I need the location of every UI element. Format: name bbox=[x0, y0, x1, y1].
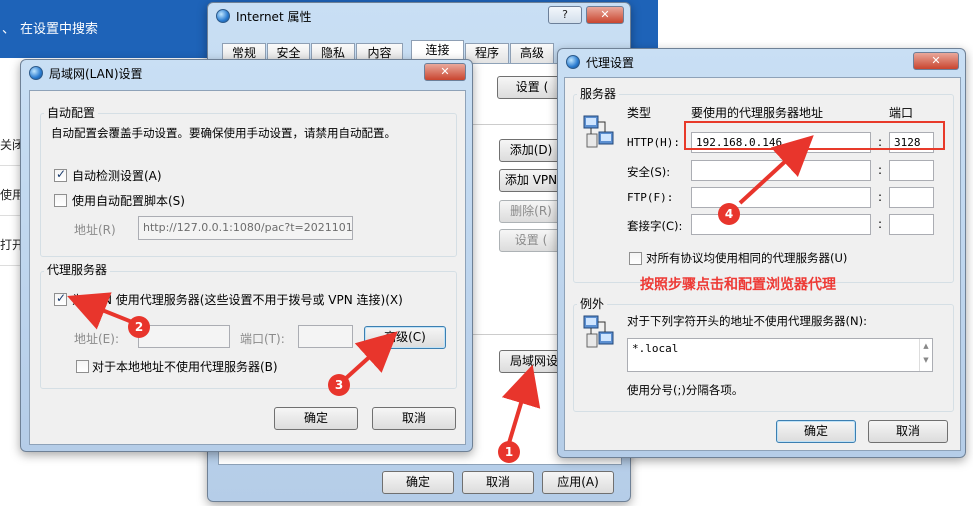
lan-settings-window: 局域网(LAN)设置 ✕ 自动配置 自动配置会覆盖手动设置。要确保使用手动设置，… bbox=[20, 59, 473, 452]
globe-icon bbox=[566, 55, 580, 69]
globe-icon bbox=[216, 9, 230, 23]
proxy-address-input[interactable] bbox=[138, 325, 230, 348]
cancel-button[interactable]: 取消 bbox=[868, 420, 948, 443]
lan-client-area: 自动配置 自动配置会覆盖手动设置。要确保使用手动设置，请禁用自动配置。 自动检测… bbox=[29, 90, 466, 445]
proxy-settings-window: 代理设置 ✕ 服务器 类型 要使用的代理服务器地址 端口 HTTP(H): 19… bbox=[557, 48, 966, 458]
auto-script-label: 使用自动配置脚本(S) bbox=[72, 194, 185, 208]
colon-separator: : bbox=[878, 217, 883, 231]
add-button[interactable]: 添加(D) bbox=[499, 139, 563, 162]
step-badge-1: 1 bbox=[498, 441, 520, 463]
colon-separator: : bbox=[878, 190, 883, 204]
bypass-local-label: 对于本地地址不使用代理服务器(B) bbox=[92, 360, 278, 374]
exceptions-description: 对于下列字符开头的地址不使用代理服务器(N): bbox=[627, 314, 867, 328]
tab-advanced[interactable]: 高级 bbox=[510, 43, 554, 63]
cancel-button[interactable]: 取消 bbox=[372, 407, 456, 430]
settings-button[interactable]: 设置 ( bbox=[499, 229, 563, 252]
ok-button[interactable]: 确定 bbox=[776, 420, 856, 443]
use-proxy-label: 为 LAN 使用代理服务器(这些设置不用于拨号或 VPN 连接)(X) bbox=[72, 293, 403, 307]
use-proxy-checkbox[interactable] bbox=[54, 291, 67, 306]
window-title: Internet 属性 bbox=[236, 9, 312, 24]
auto-detect-label: 自动检测设置(A) bbox=[72, 169, 162, 183]
proxy-server-group-label: 代理服务器 bbox=[44, 261, 111, 278]
apply-button[interactable]: 应用(A) bbox=[542, 471, 614, 494]
bypass-local-checkbox[interactable] bbox=[76, 360, 89, 373]
close-button[interactable]: ✕ bbox=[913, 52, 959, 70]
type-column-header: 类型 bbox=[627, 106, 652, 120]
scroll-up-icon[interactable]: ▲ bbox=[920, 339, 932, 353]
servers-group-label: 服务器 bbox=[577, 85, 620, 102]
auto-script-checkbox[interactable] bbox=[54, 194, 67, 207]
network-server-icon bbox=[583, 315, 614, 348]
auto-script-address-input[interactable]: http://127.0.0.1:1080/pac?t=2021101 bbox=[138, 216, 353, 240]
auto-config-group-label: 自动配置 bbox=[44, 104, 99, 121]
step-badge-2: 2 bbox=[128, 316, 150, 338]
textarea-scrollbar[interactable]: ▲ ▼ bbox=[919, 339, 932, 371]
semicolon-hint: 使用分号(;)分隔各项。 bbox=[627, 383, 744, 397]
back-icon[interactable]: 、 bbox=[2, 18, 15, 37]
exceptions-textarea[interactable]: *.local bbox=[627, 338, 933, 372]
title-bar[interactable]: 代理设置 bbox=[558, 49, 965, 75]
ok-button[interactable]: 确定 bbox=[274, 407, 358, 430]
same-proxy-label: 对所有协议均使用相同的代理服务器(U) bbox=[646, 251, 848, 265]
secure-port-input[interactable] bbox=[889, 160, 934, 181]
ftp-port-input[interactable] bbox=[889, 187, 934, 208]
step-badge-3: 3 bbox=[328, 374, 350, 396]
ftp-label: FTP(F): bbox=[627, 191, 674, 204]
secure-label: 安全(S): bbox=[627, 165, 671, 179]
delete-button[interactable]: 删除(R) bbox=[499, 200, 563, 223]
auto-config-description: 自动配置会覆盖手动设置。要确保使用手动设置，请禁用自动配置。 bbox=[51, 126, 396, 140]
ok-button[interactable]: 确定 bbox=[382, 471, 454, 494]
instruction-annotation: 按照步骤点击和配置浏览器代理 bbox=[640, 277, 836, 293]
add-vpn-button[interactable]: 添加 VPN bbox=[499, 169, 563, 192]
port-column-header: 端口 bbox=[889, 106, 914, 120]
auto-script-address-label: 地址(R) bbox=[74, 223, 116, 237]
socks-label: 套接字(C): bbox=[627, 219, 683, 233]
window-title: 代理设置 bbox=[586, 55, 635, 70]
proxy-port-input[interactable] bbox=[298, 325, 353, 348]
network-server-icon bbox=[583, 115, 614, 148]
globe-icon bbox=[29, 66, 43, 80]
socks-port-input[interactable] bbox=[889, 214, 934, 235]
exceptions-group-label: 例外 bbox=[577, 295, 608, 312]
window-title: 局域网(LAN)设置 bbox=[49, 66, 143, 81]
step-badge-4: 4 bbox=[718, 203, 740, 225]
secure-address-input[interactable] bbox=[691, 160, 871, 181]
proxy-address-label: 地址(E): bbox=[74, 332, 119, 346]
close-button[interactable]: ✕ bbox=[424, 63, 466, 81]
scroll-down-icon[interactable]: ▼ bbox=[920, 353, 932, 367]
same-proxy-checkbox[interactable] bbox=[629, 252, 642, 265]
colon-separator: : bbox=[878, 163, 883, 177]
proxy-port-label: 端口(T): bbox=[240, 332, 285, 346]
close-button[interactable]: ✕ bbox=[586, 6, 624, 24]
title-bar[interactable]: 局域网(LAN)设置 bbox=[21, 60, 472, 86]
settings-search-box[interactable]: 在设置中搜索 bbox=[20, 18, 98, 37]
help-button[interactable]: ? bbox=[548, 6, 582, 24]
ftp-address-input[interactable] bbox=[691, 187, 871, 208]
advanced-button[interactable]: 高级(C) bbox=[364, 326, 446, 349]
http-label: HTTP(H): bbox=[627, 136, 680, 149]
http-row-highlight bbox=[684, 121, 945, 150]
auto-detect-checkbox[interactable] bbox=[54, 167, 67, 182]
cancel-button[interactable]: 取消 bbox=[462, 471, 534, 494]
address-column-header: 要使用的代理服务器地址 bbox=[691, 106, 824, 120]
